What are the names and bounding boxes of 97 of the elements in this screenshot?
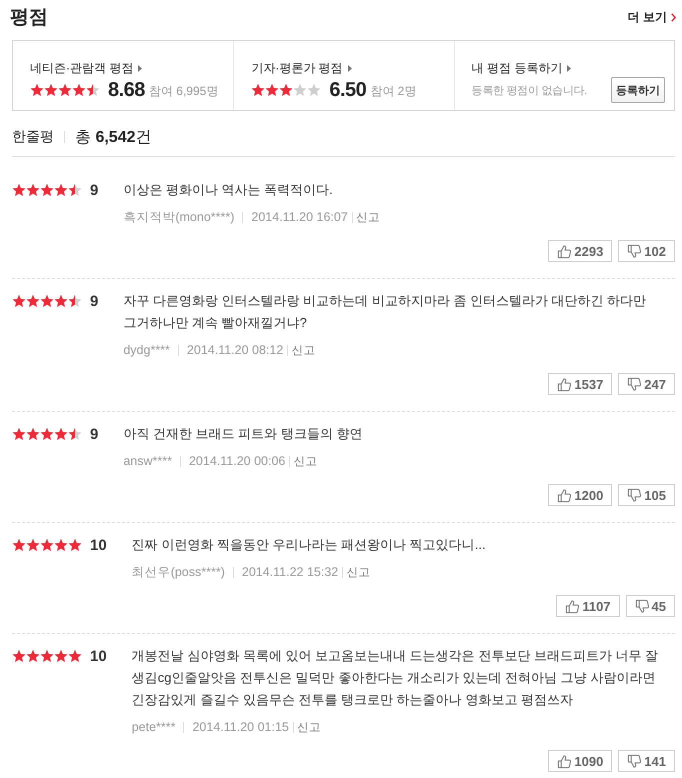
review-date: 2014.11.20 08:12: [186, 343, 284, 357]
thumbs-up-icon: [557, 376, 572, 392]
review-date: 2014.11.20 01:15: [192, 720, 289, 734]
like-button[interactable]: 2293: [548, 240, 612, 262]
thumbs-up-icon: [557, 488, 572, 502]
author-name: dydg****: [123, 343, 170, 357]
thumbs-down-icon: [627, 754, 642, 768]
review-score: 9: [90, 292, 98, 310]
thumbs-down-icon: [634, 598, 650, 614]
dislike-button[interactable]: 102: [618, 240, 675, 262]
thumbs-up-icon: [565, 598, 580, 614]
thumbs-down-icon: [627, 376, 642, 392]
no-rating-message: 등록한 평점이 없습니다.: [472, 84, 587, 98]
star-icon: [54, 294, 68, 308]
rating-link[interactable]: 네티즌·관람객 평점: [30, 60, 142, 76]
review-date: 2014.11.20 00:06: [188, 454, 286, 468]
review-score: 9: [90, 426, 98, 442]
participant-count: 참여 2명: [370, 83, 416, 100]
star-icon: [26, 427, 40, 441]
star-icon: [54, 183, 68, 197]
review-score: 10: [90, 536, 107, 554]
review-text: 진짜 이런영화 찍을동안 우리나라는 패션왕이나 찍고있다니...: [132, 536, 487, 554]
author-name: 흑지적박(mono****): [123, 208, 234, 226]
author-name: pete****: [132, 720, 176, 734]
star-icon: [26, 649, 40, 663]
star-icon: [12, 538, 26, 552]
review-text: 자꾸 다른영화랑 인터스텔라랑 비교하는데 비교하지마라 좀 인터스텔라가 대단하긴 하다만 그거하나만 계속 빨아재낄거냐?: [123, 292, 648, 332]
average-score: 8.68: [108, 78, 145, 102]
review-score: 9: [90, 182, 98, 198]
star-icon: [12, 649, 26, 663]
author-name: 최선우(poss****): [132, 564, 225, 580]
star-icon: [251, 83, 266, 97]
star-icon: [293, 83, 308, 97]
star-icon: [40, 649, 54, 663]
review-section-title: 한줄평: [12, 128, 54, 146]
star-icon: [307, 83, 322, 97]
report-link[interactable]: 신고: [291, 342, 316, 358]
review-date: 2014.11.22 15:32: [242, 565, 338, 579]
star-icon: [86, 83, 100, 97]
like-button[interactable]: 1107: [556, 595, 620, 617]
star-icon: [40, 427, 54, 441]
dislike-button[interactable]: 105: [618, 484, 675, 506]
star-icon: [12, 427, 26, 441]
thumbs-down-icon: [627, 488, 642, 502]
like-button[interactable]: 1537: [548, 373, 612, 395]
register-button[interactable]: 등록하기: [610, 77, 665, 103]
star-icon: [68, 538, 82, 552]
review-date: 2014.11.20 16:07: [251, 210, 348, 224]
star-icon: [68, 183, 82, 197]
participant-count: 참여 6,995명: [148, 83, 218, 100]
star-icon: [26, 538, 40, 552]
review-text: 개봉전날 심야영화 목록에 있어 보고옴보는내내 드는생각은 전투보단 브래드피트가 너무 잘생김cg인줄알앗음 전투신은 밀덕만 좋아한다는 개소리가 있는데 전혀아님 그냥 사람이라면 긴장감있게 즐길수 있음무슨 전투를 탱크로만 하는줄아나 영화보고 평점쓰자: [132, 647, 660, 709]
star-icon: [44, 83, 58, 97]
star-icon: [54, 538, 68, 552]
register-rating-link[interactable]: 내 평점 등록하기: [472, 60, 572, 76]
thumbs-down-icon: [627, 244, 642, 258]
dislike-button[interactable]: 45: [626, 595, 675, 617]
star-icon: [12, 183, 26, 197]
review-text: 이상은 평화이나 역사는 폭력적이다.: [123, 181, 334, 199]
star-icon: [26, 294, 40, 308]
review-text: 아직 건재한 브래드 피트와 탱크들의 향연: [123, 425, 364, 443]
like-button[interactable]: 1200: [548, 484, 612, 506]
star-icon: [68, 427, 82, 441]
report-link[interactable]: 신고: [293, 454, 318, 468]
more-link[interactable]: 더 보기: [628, 8, 676, 26]
star-icon: [72, 83, 86, 97]
star-icon: [58, 83, 72, 97]
caret-icon: [567, 64, 572, 72]
star-icon: [54, 649, 68, 663]
star-icon: [40, 183, 54, 197]
report-link[interactable]: 신고: [346, 564, 370, 580]
star-icon: [68, 649, 82, 663]
rating-link[interactable]: 기자·평론가 평점: [251, 60, 352, 76]
report-link[interactable]: 신고: [356, 210, 380, 224]
star-icon: [26, 183, 40, 197]
star-icon: [279, 83, 294, 97]
report-link[interactable]: 신고: [296, 720, 321, 734]
dislike-button[interactable]: 141: [618, 750, 675, 772]
caret-icon: [348, 64, 352, 72]
star-icon: [68, 294, 82, 308]
thumbs-up-icon: [557, 754, 572, 768]
star-icon: [12, 294, 26, 308]
star-icon: [40, 294, 54, 308]
caret-icon: [138, 64, 142, 72]
star-icon: [54, 427, 68, 441]
author-name: answ****: [123, 454, 172, 468]
thumbs-up-icon: [557, 244, 572, 258]
star-icon: [30, 83, 44, 97]
average-score: 6.50: [329, 78, 366, 102]
like-button[interactable]: 1090: [548, 750, 612, 772]
chevron-right-icon: [671, 12, 676, 22]
section-title: 평점: [10, 6, 48, 30]
star-icon: [265, 83, 280, 97]
review-count: 총 6,542건: [75, 128, 152, 148]
star-icon: [40, 538, 54, 552]
dislike-button[interactable]: 247: [618, 373, 675, 395]
review-score: 10: [90, 648, 107, 664]
